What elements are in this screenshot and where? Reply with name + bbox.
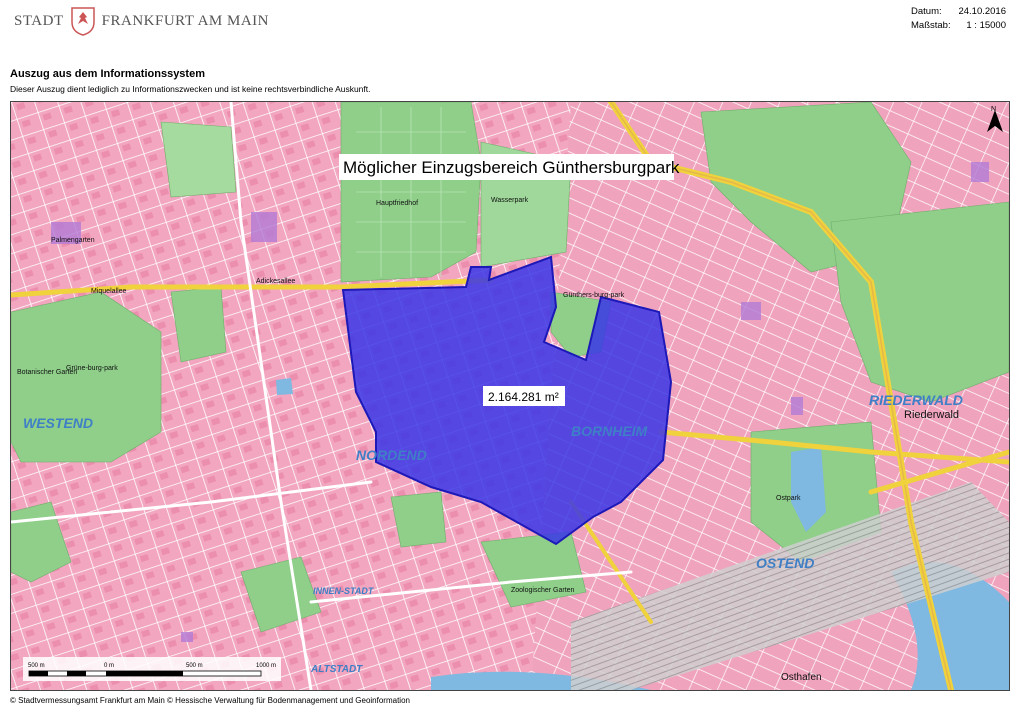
district-label: BORNHEIM xyxy=(571,423,648,439)
scale-bar: 500 m 0 m 500 m 1000 m xyxy=(23,657,281,681)
map-view[interactable]: Möglicher Einzugsbereich Günthersburgpar… xyxy=(10,101,1010,691)
datum-value: 24.10.2016 xyxy=(958,6,1006,17)
datum-label: Datum: xyxy=(911,6,942,17)
scale-tick-label: 0 m xyxy=(104,663,114,669)
scale-label: Maßstab: xyxy=(911,20,951,31)
district-label: WESTEND xyxy=(23,415,93,431)
district-label: ALTSTADT xyxy=(310,664,363,675)
scale-tick-label: 1000 m xyxy=(256,663,276,669)
scale-value: 1 : 15000 xyxy=(966,20,1006,31)
scale-tick-label: 500 m xyxy=(186,663,203,669)
place-label: Adickesallee xyxy=(256,278,295,285)
copyright-footer: © Stadtvermessungsamt Frankfurt am Main … xyxy=(10,696,410,705)
district-label: NORDEND xyxy=(356,447,427,463)
district-label: OSTEND xyxy=(756,555,814,571)
section-title: Auszug aus dem Informationssystem xyxy=(10,68,205,80)
place-label: Hauptfriedhof xyxy=(376,200,418,207)
place-label: Palmengarten xyxy=(51,237,95,244)
section-subtitle: Dieser Auszug dient lediglich zu Informa… xyxy=(10,84,371,94)
place-label: Miquelallee xyxy=(91,288,127,295)
logo-text-city: Frankfurt am Main xyxy=(101,12,269,29)
city-seal-icon xyxy=(70,7,95,36)
place-label: Osthafen xyxy=(781,672,822,683)
map-meta: Datum: 24.10.2016 Maßstab: 1 : 15000 xyxy=(911,5,1006,33)
district-label: INNEN-STADT xyxy=(313,586,375,596)
north-label: N xyxy=(991,106,996,113)
scale-tick-label: 500 m xyxy=(28,663,45,669)
area-label: 2.164.281 m² xyxy=(488,390,559,404)
place-label: Zoologischer Garten xyxy=(511,587,575,594)
place-label: Ostpark xyxy=(776,495,801,502)
place-label: Grüne-burg-park xyxy=(66,365,118,372)
district-label: RIEDERWALD xyxy=(869,392,963,408)
map-title: Möglicher Einzugsbereich Günthersburgpar… xyxy=(343,158,680,177)
place-label: Wasserpark xyxy=(491,197,529,204)
place-label: Günthers-burg-park xyxy=(563,292,625,299)
place-label: Riederwald xyxy=(904,409,959,421)
map-canvas[interactable]: Möglicher Einzugsbereich Günthersburgpar… xyxy=(11,102,1009,690)
logo-text-stadt: Stadt xyxy=(14,12,64,29)
city-logo: Stadt Frankfurt am Main xyxy=(14,6,269,36)
